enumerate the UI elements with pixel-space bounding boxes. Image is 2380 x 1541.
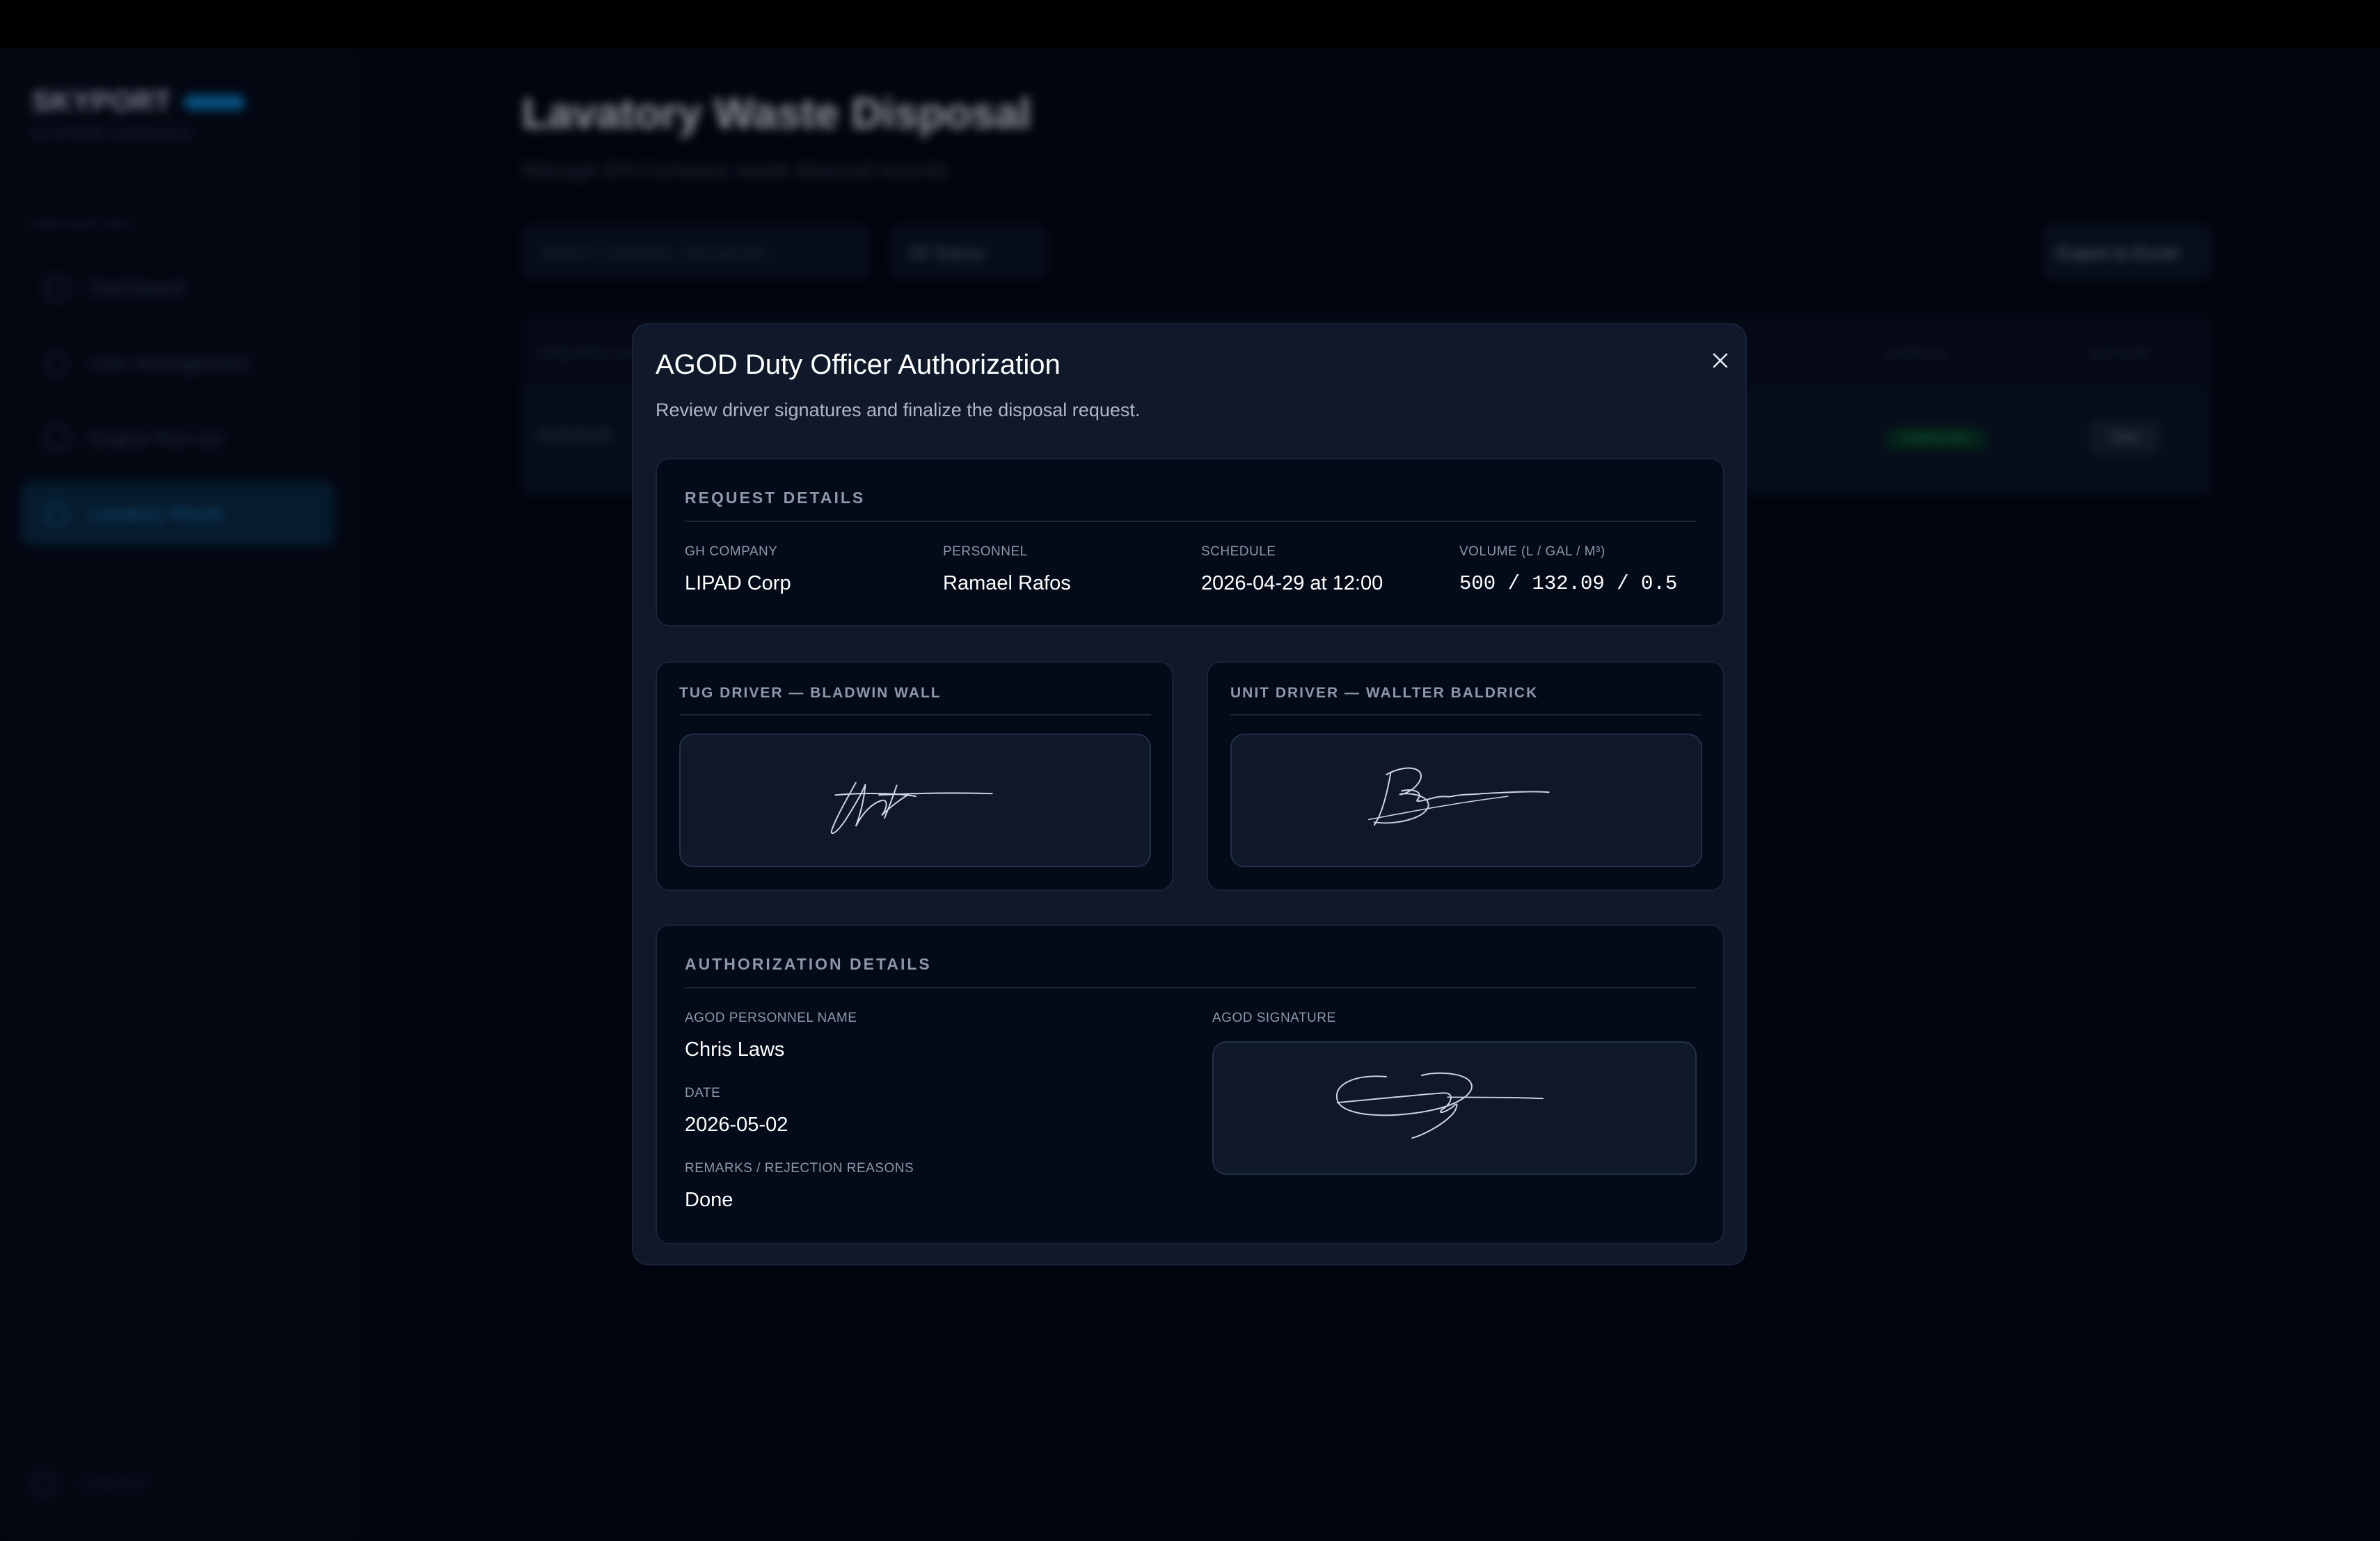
authorization-details-card: AUTHORIZATION DETAILS AGOD PERSONNEL NAM… [656, 924, 1724, 1244]
signature-drawing [830, 782, 993, 835]
modal-title: AGOD Duty Officer Authorization [656, 349, 1061, 380]
authorization-modal: AGOD Duty Officer Authorization Review d… [632, 323, 1747, 1265]
unit-driver-signature [1230, 734, 1702, 867]
schedule-value: 2026-04-29 at 12:00 [1201, 572, 1383, 594]
agod-signature-label: AGOD SIGNATURE [1212, 1011, 1336, 1025]
divider [685, 987, 1697, 988]
divider [685, 521, 1697, 522]
screen-top-bar [0, 0, 2380, 47]
volume-label: VOLUME (L / GAL / M³) [1459, 544, 1605, 559]
personnel-label: PERSONNEL [943, 544, 1028, 559]
agod-personnel-value: Chris Laws [685, 1038, 785, 1061]
gh-company-value: LIPAD Corp [685, 572, 791, 594]
request-details-card: REQUEST DETAILS GH COMPANY LIPAD Corp PE… [656, 458, 1724, 626]
authorization-details-title: AUTHORIZATION DETAILS [685, 955, 932, 973]
signature-drawing [1335, 1072, 1544, 1139]
agod-signature [1212, 1041, 1697, 1175]
personnel-value: Ramael Rafos [943, 572, 1071, 594]
remarks-label: REMARKS / REJECTION REASONS [685, 1161, 914, 1176]
request-details-title: REQUEST DETAILS [685, 489, 866, 507]
unit-driver-title: UNIT DRIVER — WALLTER BALDRICK [1230, 685, 1539, 701]
close-button[interactable] [1705, 345, 1736, 376]
close-icon [1713, 353, 1728, 368]
modal-subtitle: Review driver signatures and finalize th… [656, 400, 1141, 420]
unit-driver-card: UNIT DRIVER — WALLTER BALDRICK [1207, 661, 1724, 891]
divider [1230, 714, 1702, 716]
divider [679, 714, 1151, 716]
gh-company-label: GH COMPANY [685, 544, 778, 559]
date-label: DATE [685, 1086, 721, 1100]
signature-drawing [1368, 767, 1550, 826]
tug-driver-signature [679, 734, 1151, 867]
volume-value: 500 / 132.09 / 0.5 [1459, 572, 1678, 595]
date-value: 2026-05-02 [685, 1114, 788, 1136]
remarks-value: Done [685, 1189, 733, 1211]
agod-personnel-label: AGOD PERSONNEL NAME [685, 1011, 857, 1025]
tug-driver-card: TUG DRIVER — BLADWIN WALL [656, 661, 1173, 891]
schedule-label: SCHEDULE [1201, 544, 1276, 559]
tug-driver-title: TUG DRIVER — BLADWIN WALL [679, 685, 942, 701]
